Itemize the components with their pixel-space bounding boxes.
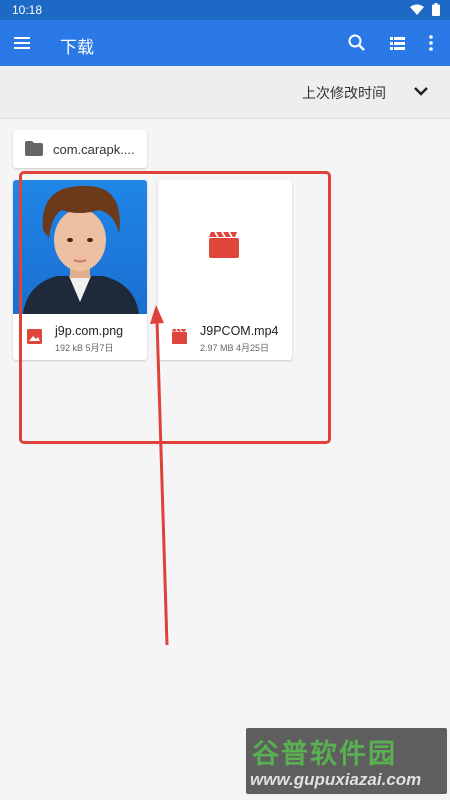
- watermark: 谷普软件园 www.gupuxiazai.com: [246, 728, 447, 794]
- watermark-url: www.gupuxiazai.com: [250, 770, 422, 789]
- watermark-logo: 谷普软件园: [252, 739, 397, 769]
- annotation-arrow: [150, 305, 169, 646]
